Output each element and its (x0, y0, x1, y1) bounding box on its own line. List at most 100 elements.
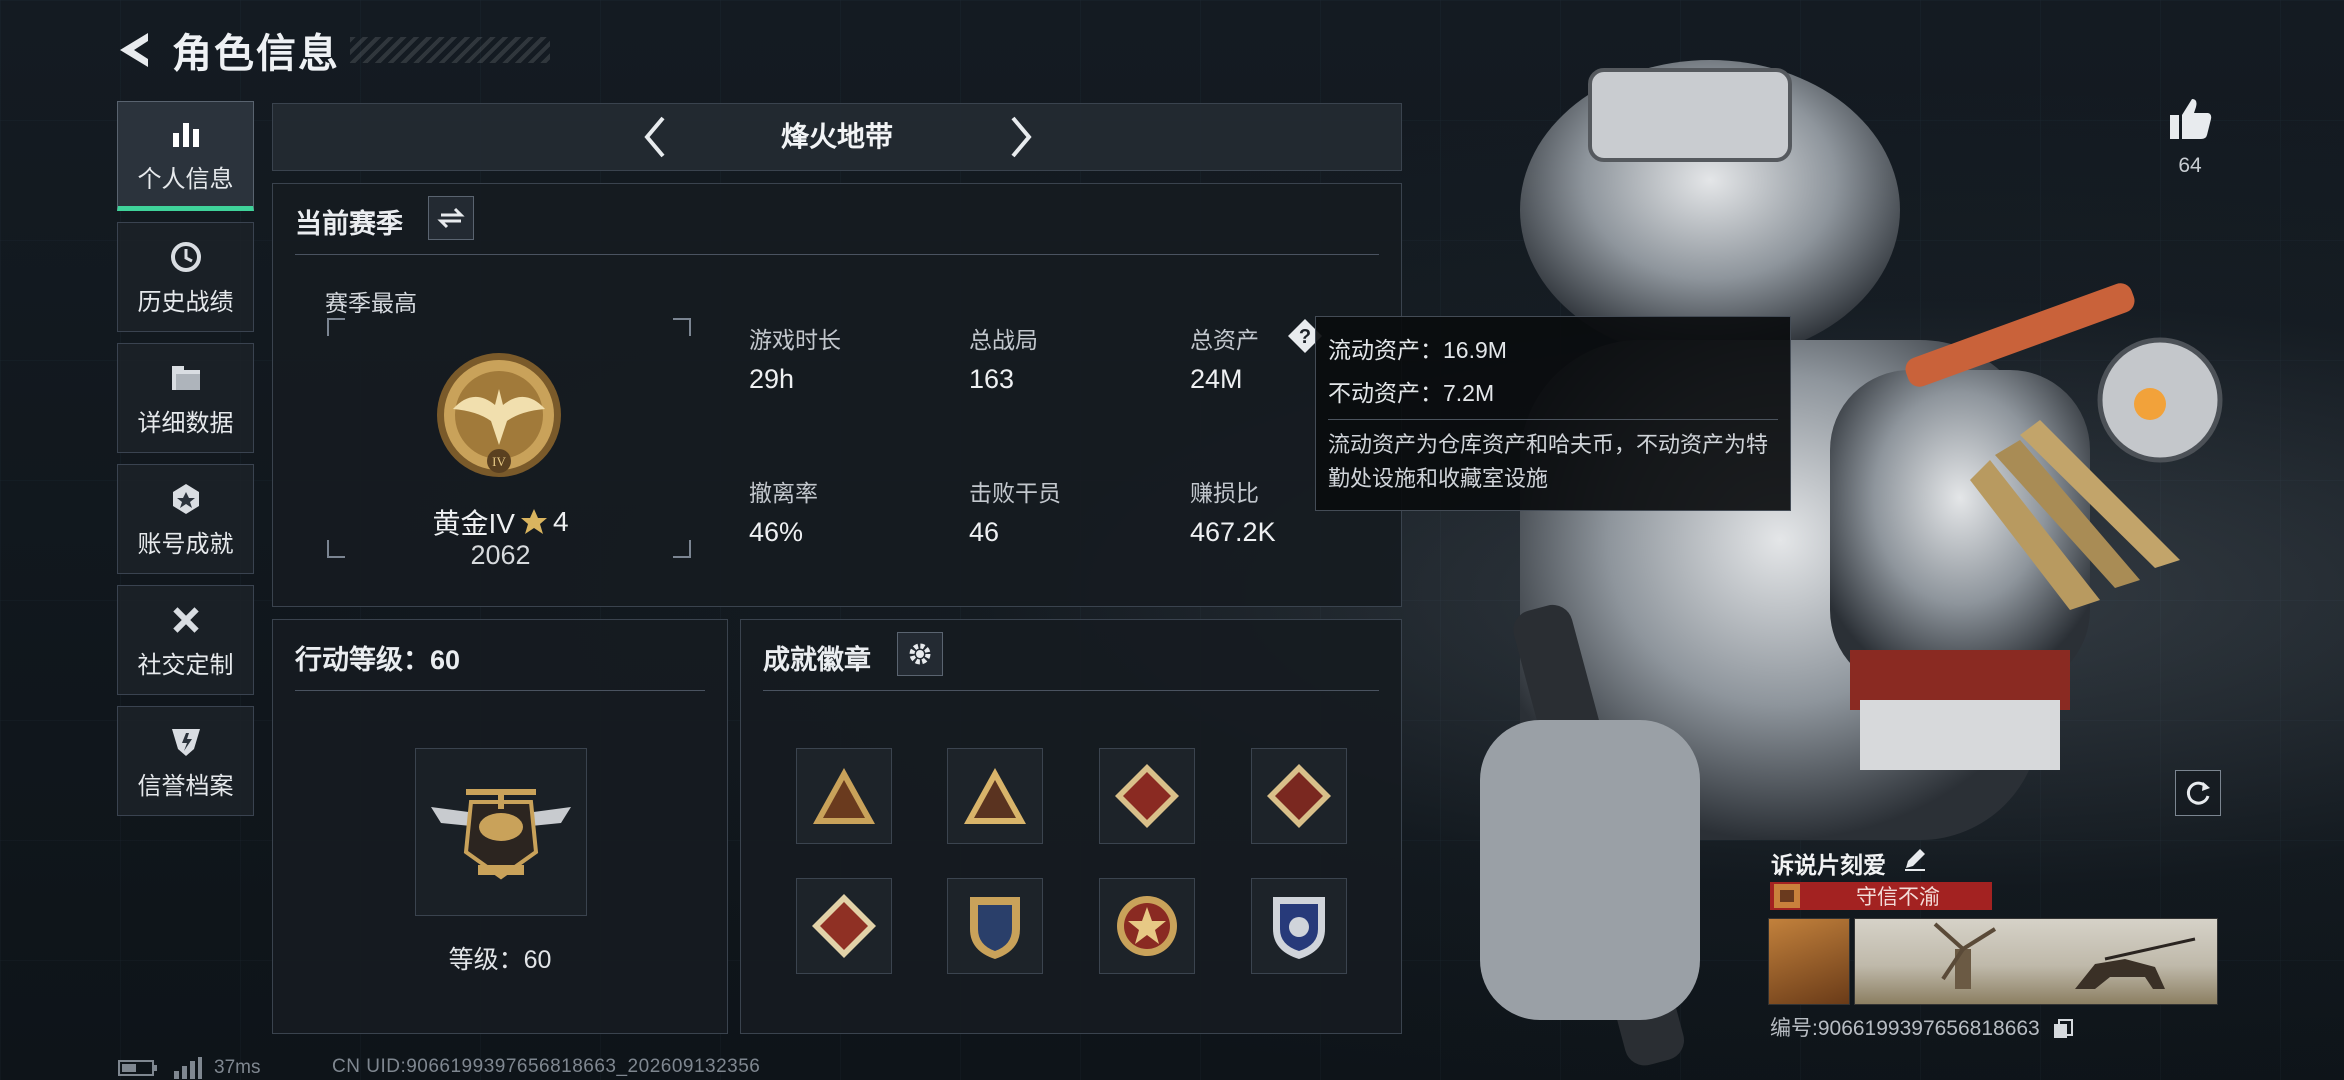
liquid-assets-text: 流动资产：16.9M (1328, 337, 1507, 363)
refresh-button[interactable] (2175, 770, 2221, 816)
divider (763, 690, 1379, 691)
stat-value: 163 (969, 364, 1015, 394)
sidebar-item-details[interactable]: 详细数据 (117, 343, 254, 453)
achievement-badge[interactable] (796, 878, 892, 974)
level-emblem-frame (415, 748, 587, 916)
stat-value: 467.2K (1190, 517, 1276, 547)
action-level-panel: 行动等级：60 等级：60 (272, 619, 728, 1034)
ping-text: 37ms (214, 1057, 261, 1078)
sidebar-item-label: 历史战绩 (137, 288, 234, 316)
bar-chart-icon (167, 115, 205, 153)
stat-value: 46% (749, 517, 804, 547)
folder-icon (167, 359, 205, 397)
stat-label: 赚损比 (1190, 480, 1259, 506)
season-name: 烽火地带 (780, 121, 893, 152)
refresh-icon (2186, 781, 2210, 805)
gear-icon (909, 643, 931, 665)
sidebar-item-label: 信誉档案 (137, 772, 234, 800)
achievement-icon (167, 480, 205, 518)
triangle-badge-icon (813, 768, 875, 824)
achievement-badge[interactable] (1099, 878, 1195, 974)
tools-icon (167, 601, 205, 639)
shield-emblem-icon (970, 897, 1020, 959)
asset-explanation: 流动资产为仓库资产和哈夫币，不动资产为特勤处设施和收藏室设施 (1328, 432, 1769, 491)
police-badge-icon (1273, 897, 1325, 959)
sidebar-item-personal-info[interactable]: 个人信息 (117, 101, 254, 211)
svg-text:?: ? (1299, 326, 1311, 348)
like-button[interactable]: 64 (2155, 95, 2225, 178)
rank-score: 2062 (470, 540, 531, 570)
rank-name: 黄金IV (432, 508, 515, 539)
divider (295, 254, 1379, 255)
frame-corner (673, 540, 691, 558)
achievement-badges-panel: 成就徽章 (740, 619, 1402, 1034)
sidebar-item-history[interactable]: 历史战绩 (117, 222, 254, 332)
achievement-badge[interactable] (1099, 748, 1195, 844)
card-name: 诉说片刻爱 (1771, 852, 1886, 878)
star-icon (520, 509, 547, 534)
triangle-badge-icon (964, 768, 1026, 824)
asset-tooltip: 流动资产：16.9M 不动资产：7.2M 流动资产为仓库资产和哈夫币，不动资产为… (1315, 316, 1791, 511)
achievement-badge[interactable] (947, 878, 1043, 974)
stat-label: 击败干员 (969, 480, 1061, 506)
star-medal-icon (1117, 896, 1177, 956)
current-season-panel: 当前赛季 赛季最高 IV 黄金IV 4 2062 游戏时长 29h 总战局 16… (272, 183, 1402, 607)
action-level-title: 行动等级：60 (295, 645, 461, 675)
sidebar-item-label: 详细数据 (137, 409, 234, 437)
achievement-badge[interactable] (796, 748, 892, 844)
frame-corner (327, 540, 345, 558)
tiger-portrait-image (1768, 918, 1850, 1005)
diamond-badge-icon (812, 894, 876, 958)
back-arrow-icon (120, 33, 148, 67)
achievement-badge[interactable] (947, 748, 1043, 844)
back-button[interactable] (110, 25, 160, 75)
status-bar: 37ms (118, 1056, 260, 1080)
achievement-badge[interactable] (1251, 748, 1347, 844)
sidebar-item-social[interactable]: 社交定制 (117, 585, 254, 695)
shield-badge-icon (167, 722, 205, 760)
svg-text:IV: IV (492, 454, 506, 469)
stat-value: 29h (749, 364, 795, 394)
like-count: 64 (2178, 154, 2202, 177)
frame-corner (327, 318, 345, 336)
sidebar-item-label: 账号成就 (137, 530, 234, 558)
copy-icon[interactable] (2052, 1018, 2074, 1040)
badge-settings-button[interactable] (897, 632, 943, 676)
signal-icon (174, 1057, 202, 1079)
switch-season-button[interactable] (428, 196, 474, 240)
page-title: 角色信息 (172, 32, 340, 76)
diamond-badge-icon (1115, 764, 1179, 828)
chevron-right-icon (1011, 116, 1032, 158)
sidebar-item-label: 社交定制 (137, 651, 234, 679)
motto-text: 守信不渝 (1856, 886, 1940, 909)
sidebar-item-label: 个人信息 (137, 165, 234, 193)
next-season-button[interactable] (997, 114, 1043, 160)
divider (295, 690, 705, 691)
page-header: 角色信息 (110, 20, 550, 80)
stat-value: 46 (969, 517, 1000, 547)
sidebar-item-reputation[interactable]: 信誉档案 (117, 706, 254, 816)
thumbs-up-icon (2170, 99, 2212, 139)
stat-label: 撤离率 (749, 480, 818, 506)
uid-text: CN UID:9066199397656818663_202609132356 (332, 1056, 761, 1077)
season-selector: 烽火地带 (272, 103, 1402, 171)
serial-text: 编号:9066199397656818663 (1770, 1017, 2040, 1040)
stat-label: 游戏时长 (749, 327, 841, 353)
serial-number: 编号:9066199397656818663 (1770, 1012, 2074, 1042)
title-decoration (350, 37, 550, 63)
fixed-assets-text: 不动资产：7.2M (1328, 380, 1495, 406)
stat-label: 总战局 (969, 327, 1038, 353)
helicopter-emblem-icon (431, 789, 571, 880)
battery-icon (118, 1060, 157, 1076)
sidebar: 个人信息 历史战绩 详细数据 账号成就 社交定制 信誉档案 (117, 101, 254, 827)
profile-card: 诉说片刻爱 守信不渝 (1762, 840, 2224, 1008)
edit-pencil-icon[interactable] (1902, 846, 1928, 872)
emblem-icon (1774, 884, 1800, 908)
rank-stars: 4 (552, 506, 569, 537)
motto-banner: 守信不渝 (1770, 882, 1992, 910)
current-season-title: 当前赛季 (295, 209, 403, 239)
achievement-badge[interactable] (1251, 878, 1347, 974)
history-clock-icon (167, 238, 205, 276)
sidebar-item-achievements[interactable]: 账号成就 (117, 464, 254, 574)
diamond-badge-icon (1267, 764, 1331, 828)
